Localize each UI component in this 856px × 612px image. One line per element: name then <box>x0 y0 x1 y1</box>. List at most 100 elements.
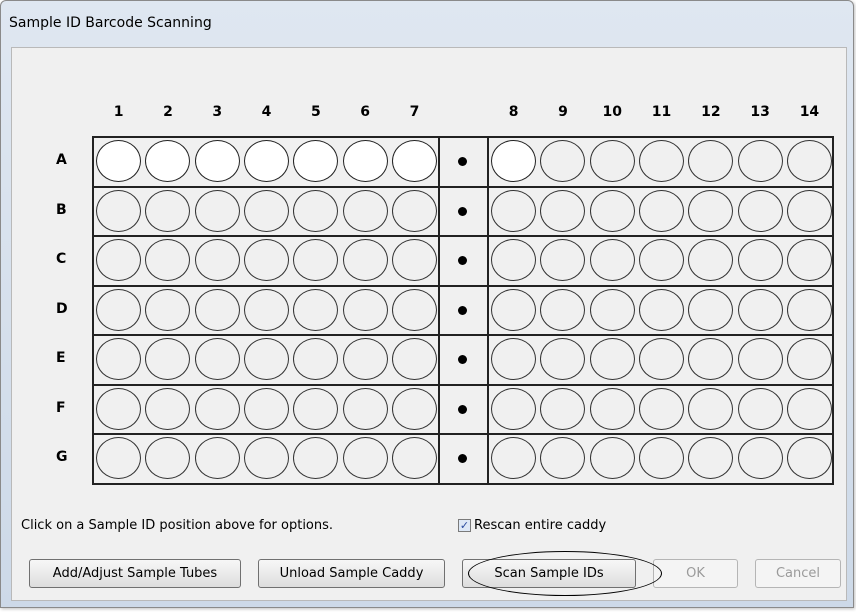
sample-position-C5[interactable] <box>293 239 339 281</box>
sample-position-B13[interactable] <box>737 189 783 232</box>
sample-position-A10[interactable] <box>589 140 635 182</box>
sample-position-A11[interactable] <box>638 140 684 182</box>
sample-position-F5[interactable] <box>293 387 339 430</box>
sample-position-G6[interactable] <box>342 437 388 479</box>
sample-position-A12[interactable] <box>688 140 734 182</box>
sample-position-B6[interactable] <box>342 189 388 232</box>
sample-position-B3[interactable] <box>194 189 240 232</box>
sample-position-E11[interactable] <box>638 338 684 380</box>
sample-position-G1[interactable] <box>96 437 141 479</box>
sample-position-A2[interactable] <box>145 140 191 182</box>
sample-position-D5[interactable] <box>293 288 339 331</box>
sample-position-B14[interactable] <box>786 189 832 232</box>
sample-position-F12[interactable] <box>688 387 734 430</box>
sample-position-B9[interactable] <box>540 189 586 232</box>
scan-sample-ids-button[interactable]: Scan Sample IDs <box>462 559 636 588</box>
sample-position-A13[interactable] <box>737 140 783 182</box>
cancel-button[interactable]: Cancel <box>755 559 841 588</box>
sample-position-F7[interactable] <box>391 387 437 430</box>
sample-position-F10[interactable] <box>589 387 635 430</box>
sample-position-G5[interactable] <box>293 437 339 479</box>
sample-position-E3[interactable] <box>194 338 240 380</box>
sample-position-A3[interactable] <box>194 140 240 182</box>
sample-position-C9[interactable] <box>540 239 586 281</box>
sample-position-A14[interactable] <box>786 140 832 182</box>
add-adjust-tubes-button[interactable]: Add/Adjust Sample Tubes <box>29 559 241 588</box>
sample-position-C4[interactable] <box>243 239 289 281</box>
sample-position-B12[interactable] <box>688 189 734 232</box>
sample-position-C11[interactable] <box>638 239 684 281</box>
sample-position-C2[interactable] <box>145 239 191 281</box>
sample-position-C3[interactable] <box>194 239 240 281</box>
sample-position-B4[interactable] <box>243 189 289 232</box>
sample-position-D9[interactable] <box>540 288 586 331</box>
sample-position-G9[interactable] <box>540 437 586 479</box>
sample-position-A7[interactable] <box>391 140 437 182</box>
sample-position-G7[interactable] <box>391 437 437 479</box>
sample-position-D12[interactable] <box>688 288 734 331</box>
sample-position-D7[interactable] <box>391 288 437 331</box>
sample-position-E14[interactable] <box>786 338 832 380</box>
sample-position-E5[interactable] <box>293 338 339 380</box>
sample-position-A5[interactable] <box>293 140 339 182</box>
sample-position-F11[interactable] <box>638 387 684 430</box>
sample-position-G8[interactable] <box>491 437 536 479</box>
sample-position-G3[interactable] <box>194 437 240 479</box>
sample-position-C8[interactable] <box>491 239 536 281</box>
sample-position-D8[interactable] <box>491 288 536 331</box>
sample-position-A6[interactable] <box>342 140 388 182</box>
sample-position-D11[interactable] <box>638 288 684 331</box>
sample-position-F1[interactable] <box>96 387 141 430</box>
sample-position-F2[interactable] <box>145 387 191 430</box>
unload-caddy-button[interactable]: Unload Sample Caddy <box>258 559 445 588</box>
sample-position-E8[interactable] <box>491 338 536 380</box>
sample-position-G4[interactable] <box>243 437 289 479</box>
sample-position-D14[interactable] <box>786 288 832 331</box>
sample-position-E4[interactable] <box>243 338 289 380</box>
rescan-option[interactable]: ✓ Rescan entire caddy <box>458 518 606 533</box>
sample-position-B2[interactable] <box>145 189 191 232</box>
sample-position-B11[interactable] <box>638 189 684 232</box>
sample-position-E1[interactable] <box>96 338 141 380</box>
sample-position-B10[interactable] <box>589 189 635 232</box>
sample-position-F4[interactable] <box>243 387 289 430</box>
sample-position-B5[interactable] <box>293 189 339 232</box>
sample-position-G11[interactable] <box>638 437 684 479</box>
sample-position-C12[interactable] <box>688 239 734 281</box>
sample-position-D10[interactable] <box>589 288 635 331</box>
sample-position-A1[interactable] <box>96 140 141 182</box>
ok-button[interactable]: OK <box>653 559 738 588</box>
sample-position-B1[interactable] <box>96 189 141 232</box>
sample-position-D6[interactable] <box>342 288 388 331</box>
sample-position-F13[interactable] <box>737 387 783 430</box>
sample-position-F9[interactable] <box>540 387 586 430</box>
sample-position-D1[interactable] <box>96 288 141 331</box>
sample-position-F3[interactable] <box>194 387 240 430</box>
sample-position-D3[interactable] <box>194 288 240 331</box>
sample-position-E12[interactable] <box>688 338 734 380</box>
sample-position-G13[interactable] <box>737 437 783 479</box>
sample-position-G10[interactable] <box>589 437 635 479</box>
sample-position-E9[interactable] <box>540 338 586 380</box>
sample-position-G12[interactable] <box>688 437 734 479</box>
sample-position-B8[interactable] <box>491 189 536 232</box>
sample-position-G2[interactable] <box>145 437 191 479</box>
sample-position-C1[interactable] <box>96 239 141 281</box>
sample-position-E6[interactable] <box>342 338 388 380</box>
rescan-checkbox[interactable]: ✓ <box>458 519 471 532</box>
sample-position-D2[interactable] <box>145 288 191 331</box>
sample-position-A4[interactable] <box>243 140 289 182</box>
sample-position-F14[interactable] <box>786 387 832 430</box>
sample-position-C7[interactable] <box>391 239 437 281</box>
sample-position-G14[interactable] <box>786 437 832 479</box>
sample-position-E13[interactable] <box>737 338 783 380</box>
sample-position-A8[interactable] <box>491 140 536 182</box>
sample-position-E2[interactable] <box>145 338 191 380</box>
sample-position-C6[interactable] <box>342 239 388 281</box>
sample-position-E10[interactable] <box>589 338 635 380</box>
sample-position-F6[interactable] <box>342 387 388 430</box>
sample-position-C14[interactable] <box>786 239 832 281</box>
sample-position-B7[interactable] <box>391 189 437 232</box>
sample-position-C13[interactable] <box>737 239 783 281</box>
sample-position-D4[interactable] <box>243 288 289 331</box>
